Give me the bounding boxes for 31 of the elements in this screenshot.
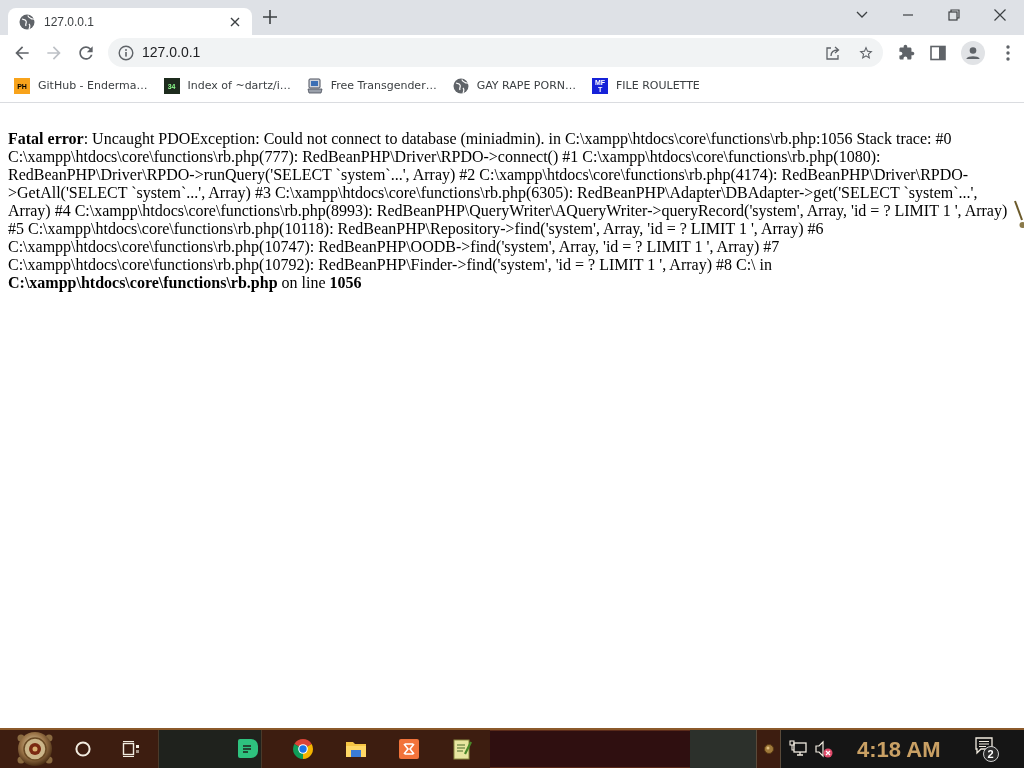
menu-icon[interactable] <box>1006 44 1010 61</box>
error-message: Fatal error: Uncaught PDOException: Could not connect to database (miniadmin). in C:\xampp\htdocs\core\functions\rb.php:1056 Stack trace: #0 C:\xampp\htdocs\core\functions\rb.php(777): RedBeanPHP\Driver\RPDO->connect() #1 C:\xampp\htdocs\core\functions\rb.php(1080): RedBeanPHP\Driver\RPDO->runQuery('SELECT `system`...', Array) #2 C:\xampp\htdocs\core\functions\rb.php(4174): RedBeanPHP\Driver\RPDO->GetAll('SELECT `system`...', Array) #3 C:\xampp\htdocs\core\functions\rb.php(6305): RedBeanPHP\Adapter\DBAdapter->get('SELECT `system`...', Array) #4 C:\xampp\htdocs\core\functions\rb.php(8993): RedBeanPHP\QueryWriter\AQueryWriter->queryRecord('system', Array, 'id = ? LIMIT 1 ', Array) #5 C:\xampp\htdocs\core\functions\rb.php(10118): RedBeanPHP\Repository->find('system', Array, 'id = ? LIMIT 1 ', Array) #6 C:\xampp\htdocs\core\functions\rb.php(10747): RedBeanPHP\OODB->find('system', Array, 'id = ? LIMIT 1 ', Array) #7 C:\xampp\htdocs\core\functions\rb.php(10792): RedBeanPHP\Finder->find('system', 'id = ? LIMIT 1 ', Array) #8 C:\ in C:\xampp\htdocs\core\functions\rb.php on line 1056 <box>8 130 1009 292</box>
search-ring-icon[interactable] <box>75 741 91 757</box>
close-icon[interactable] <box>230 16 240 27</box>
task-view-icon[interactable] <box>122 740 140 758</box>
side-panel-icon[interactable] <box>930 44 946 61</box>
close-icon[interactable] <box>994 9 1006 21</box>
app-tile-icon[interactable] <box>398 738 420 760</box>
info-icon[interactable] <box>118 44 134 61</box>
address-bar[interactable]: 127.0.0.1 <box>108 38 883 67</box>
clock[interactable]: 4:18 AM <box>857 732 941 766</box>
bookmark[interactable]: Free Transgender… <box>300 73 443 99</box>
chat-bubble-icon[interactable] <box>237 738 259 760</box>
restore-icon[interactable] <box>948 9 960 21</box>
share-icon[interactable] <box>825 44 841 61</box>
browser-icon[interactable] <box>292 738 314 760</box>
globe-icon <box>19 13 35 30</box>
notification-count: 2 <box>982 746 999 762</box>
knob-icon <box>763 744 774 754</box>
browser-tab[interactable]: 127.0.0.1 <box>8 8 252 35</box>
computer-icon <box>306 78 323 94</box>
globe-icon <box>452 78 469 94</box>
network-icon[interactable] <box>789 740 807 758</box>
start-gear-icon[interactable] <box>16 731 54 767</box>
star-icon[interactable] <box>858 44 874 61</box>
profile-avatar-icon[interactable] <box>961 40 985 65</box>
notepad-icon[interactable] <box>451 738 473 760</box>
speaker-icon[interactable] <box>815 740 833 758</box>
new-tab-icon[interactable] <box>263 10 277 24</box>
extensions-icon[interactable] <box>898 44 915 61</box>
bookmark[interactable]: GAY RAPE PORN… <box>446 73 583 99</box>
